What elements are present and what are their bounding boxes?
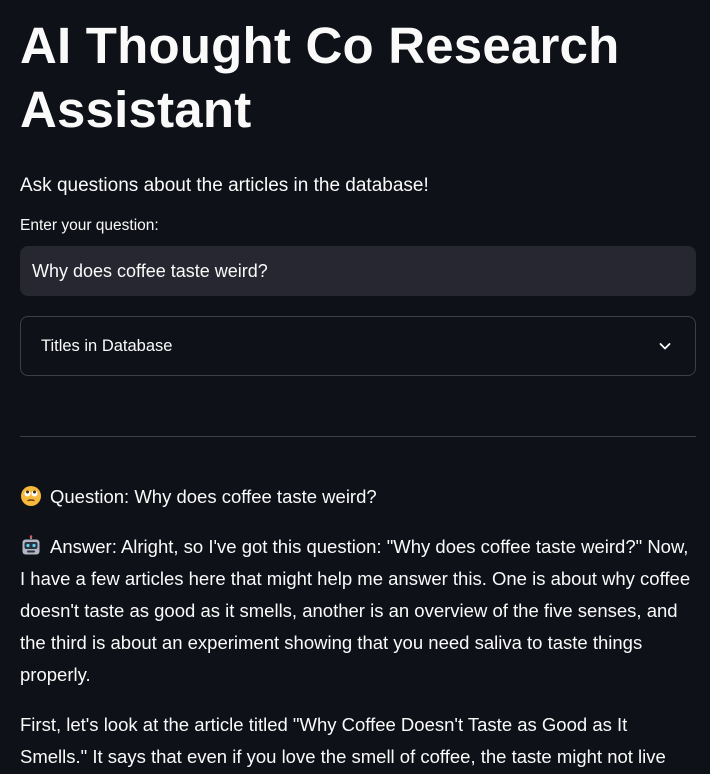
expander-label: Titles in Database	[41, 336, 173, 355]
divider	[20, 436, 696, 437]
face-with-rolling-eyes-icon	[20, 485, 42, 507]
page-subtitle: Ask questions about the articles in the …	[20, 175, 429, 196]
answer-paragraph: First, let's look at the article titled …	[20, 709, 696, 773]
answer-text-1: Answer: Alright, so I've got this questi…	[20, 536, 691, 685]
app-page: AI Thought Co Research Assistant Ask que…	[0, 0, 710, 774]
answer-paragraph: Answer: Alright, so I've got this questi…	[20, 531, 696, 691]
question-text: Question: Why does coffee taste weird?	[50, 486, 377, 507]
question-input[interactable]	[20, 246, 696, 296]
robot-icon	[20, 535, 42, 557]
question-line: Question: Why does coffee taste weird?	[20, 481, 696, 513]
answer-text-2: First, let's look at the article titled …	[20, 714, 666, 767]
question-input-label: Enter your question:	[20, 217, 159, 234]
titles-in-database-expander[interactable]: Titles in Database	[20, 316, 696, 376]
qa-section: Question: Why does coffee taste weird? A…	[20, 481, 696, 773]
page-title: AI Thought Co Research Assistant	[20, 17, 620, 138]
chevron-down-icon	[655, 336, 675, 356]
